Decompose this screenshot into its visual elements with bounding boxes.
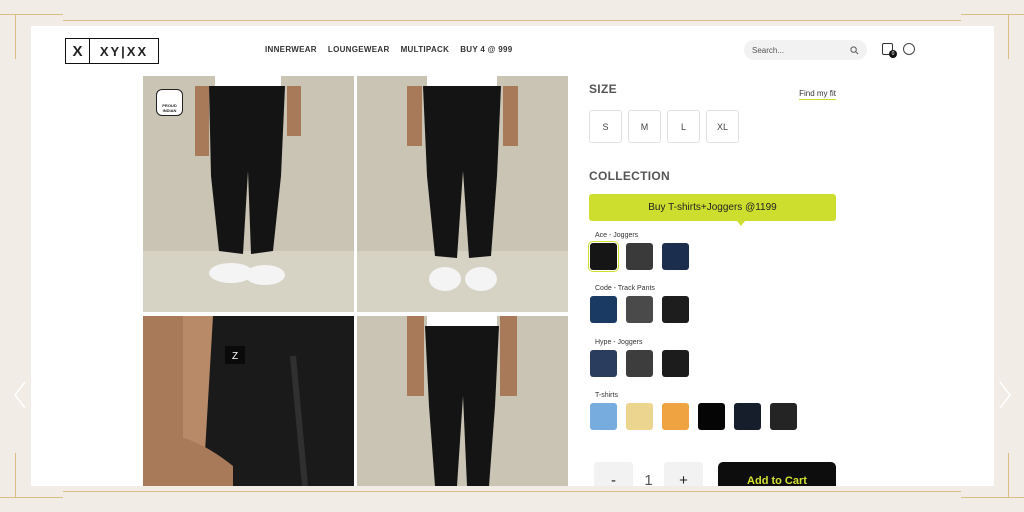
search-icon[interactable] xyxy=(850,45,859,55)
color-swatch[interactable] xyxy=(662,403,689,430)
decor-line xyxy=(1008,14,1009,59)
decor-line xyxy=(63,20,961,21)
color-swatch[interactable] xyxy=(662,350,689,377)
logo-text: XY|XX xyxy=(99,43,149,59)
swatch-list xyxy=(590,350,689,377)
color-group-code-track-pants: Code - Track Pants xyxy=(589,285,689,323)
quantity-increase-button[interactable]: + xyxy=(664,462,703,486)
decor-line xyxy=(63,491,961,492)
main-nav: INNERWEAR LOUNGEWEAR MULTIPACK BUY 4 @ 9… xyxy=(265,45,513,54)
product-image-back[interactable] xyxy=(357,316,568,486)
quantity-value: 1 xyxy=(644,472,653,486)
cart-count-badge: 0 xyxy=(889,50,897,58)
color-group-label: T-shirts xyxy=(595,392,618,399)
color-swatch[interactable] xyxy=(662,243,689,270)
color-swatch[interactable] xyxy=(588,241,619,272)
decor-line xyxy=(961,14,1024,15)
nav-item-multipack[interactable]: MULTIPACK xyxy=(401,45,450,54)
color-group-label: Code - Track Pants xyxy=(595,285,655,292)
nav-item-buy4[interactable]: BUY 4 @ 999 xyxy=(460,45,512,54)
color-swatch[interactable] xyxy=(590,350,617,377)
find-my-fit-link[interactable]: Find my fit xyxy=(799,89,836,100)
decor-line xyxy=(961,497,1024,498)
decor-line xyxy=(0,497,63,498)
swatch-list xyxy=(590,296,689,323)
color-group-ace-joggers: Ace - Joggers xyxy=(588,232,689,272)
search-box xyxy=(744,40,867,60)
brand-logo[interactable]: X XY|XX xyxy=(65,38,159,64)
size-option-s[interactable]: S xyxy=(589,110,622,143)
color-swatch[interactable] xyxy=(770,403,797,430)
svg-text:Z: Z xyxy=(232,351,238,362)
swatch-list xyxy=(588,241,689,272)
user-account-icon[interactable] xyxy=(903,43,915,55)
color-swatch[interactable] xyxy=(590,296,617,323)
next-arrow-icon[interactable] xyxy=(998,380,1012,410)
logo-mark: X xyxy=(66,39,90,63)
add-to-cart-button[interactable]: Add to Cart xyxy=(718,462,836,486)
color-swatch[interactable] xyxy=(626,350,653,377)
color-group-tshirts: T-shirts xyxy=(589,392,797,430)
product-details: SIZE Find my fit S M L XL COLLECTION Buy… xyxy=(588,82,839,486)
prev-arrow-icon[interactable] xyxy=(13,380,27,410)
quantity-decrease-button[interactable]: - xyxy=(594,462,633,486)
color-swatch[interactable] xyxy=(590,403,617,430)
product-image-front-side[interactable]: PROUD INDIAN xyxy=(143,76,354,312)
buy-collection-button[interactable]: Buy T-shirts+Joggers @1199 xyxy=(589,194,836,226)
size-option-xl[interactable]: XL xyxy=(706,110,739,143)
product-image-front[interactable] xyxy=(357,76,568,312)
decor-line xyxy=(15,14,16,59)
size-selector: S M L XL xyxy=(589,110,739,143)
color-swatch[interactable] xyxy=(662,296,689,323)
proud-indian-badge: PROUD INDIAN xyxy=(156,89,183,116)
nav-item-innerwear[interactable]: INNERWEAR xyxy=(265,45,317,54)
swatch-list xyxy=(590,403,797,430)
color-group-label: Hype - Joggers xyxy=(595,339,643,346)
color-group-label: Ace - Joggers xyxy=(595,232,639,239)
product-image-pocket-detail[interactable]: Z xyxy=(143,316,354,486)
collection-title: COLLECTION xyxy=(589,169,670,183)
color-swatch[interactable] xyxy=(626,296,653,323)
decor-line xyxy=(15,453,16,498)
nav-item-loungewear[interactable]: LOUNGEWEAR xyxy=(328,45,390,54)
size-option-m[interactable]: M xyxy=(628,110,661,143)
color-group-hype-joggers: Hype - Joggers xyxy=(589,339,689,377)
page-frame: X XY|XX INNERWEAR LOUNGEWEAR MULTIPACK B… xyxy=(31,26,994,486)
cart-bag-icon[interactable]: 0 xyxy=(882,43,897,58)
color-swatch[interactable] xyxy=(626,243,653,270)
quantity-stepper: - 1 + xyxy=(594,462,703,486)
size-option-l[interactable]: L xyxy=(667,110,700,143)
color-swatch[interactable] xyxy=(626,403,653,430)
site-header: X XY|XX INNERWEAR LOUNGEWEAR MULTIPACK B… xyxy=(31,26,994,74)
color-swatch[interactable] xyxy=(698,403,725,430)
decor-line xyxy=(0,14,63,15)
decor-line xyxy=(1008,453,1009,498)
color-swatch[interactable] xyxy=(734,403,761,430)
product-gallery: PROUD INDIAN Z xyxy=(143,76,568,486)
search-input[interactable] xyxy=(752,45,842,55)
